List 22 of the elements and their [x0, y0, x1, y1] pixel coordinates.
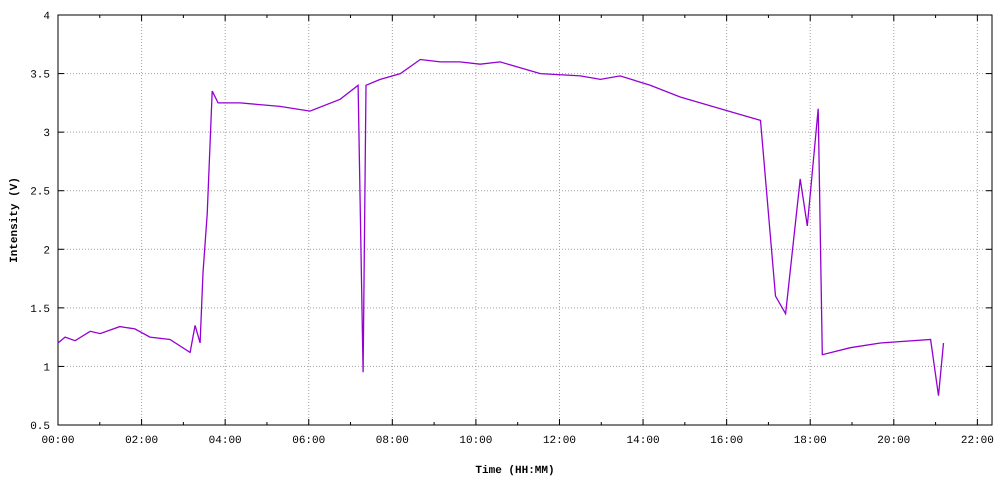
tick-label: 10:00	[459, 435, 492, 447]
tick-label: 14:00	[626, 435, 660, 447]
tick-label: 02:00	[125, 435, 158, 447]
axis-title: Intensity (V)	[9, 177, 21, 263]
tick-label: 0.5	[30, 421, 50, 433]
tick-label: 06:00	[292, 435, 326, 447]
tick-label: 1.5	[30, 304, 50, 316]
tick-label: 20:00	[877, 435, 910, 447]
tick-label: 3.5	[30, 70, 50, 82]
tick-label: 2	[43, 245, 50, 258]
tick-label: 00:00	[42, 435, 74, 447]
tick-label: 4	[43, 11, 50, 23]
tick-label: 3	[43, 128, 50, 140]
tick-label: 18:00	[794, 435, 827, 447]
tick-label: 08:00	[376, 435, 409, 447]
axis-title: Time (HH:MM)	[475, 465, 555, 477]
tick-label: 1	[43, 362, 50, 374]
tick-label: 2.5	[30, 186, 50, 199]
tick-label: 12:00	[542, 435, 576, 447]
tick-label: 04:00	[208, 435, 242, 447]
tick-label: 16:00	[710, 435, 744, 447]
tick-label: 22:00	[960, 435, 994, 447]
